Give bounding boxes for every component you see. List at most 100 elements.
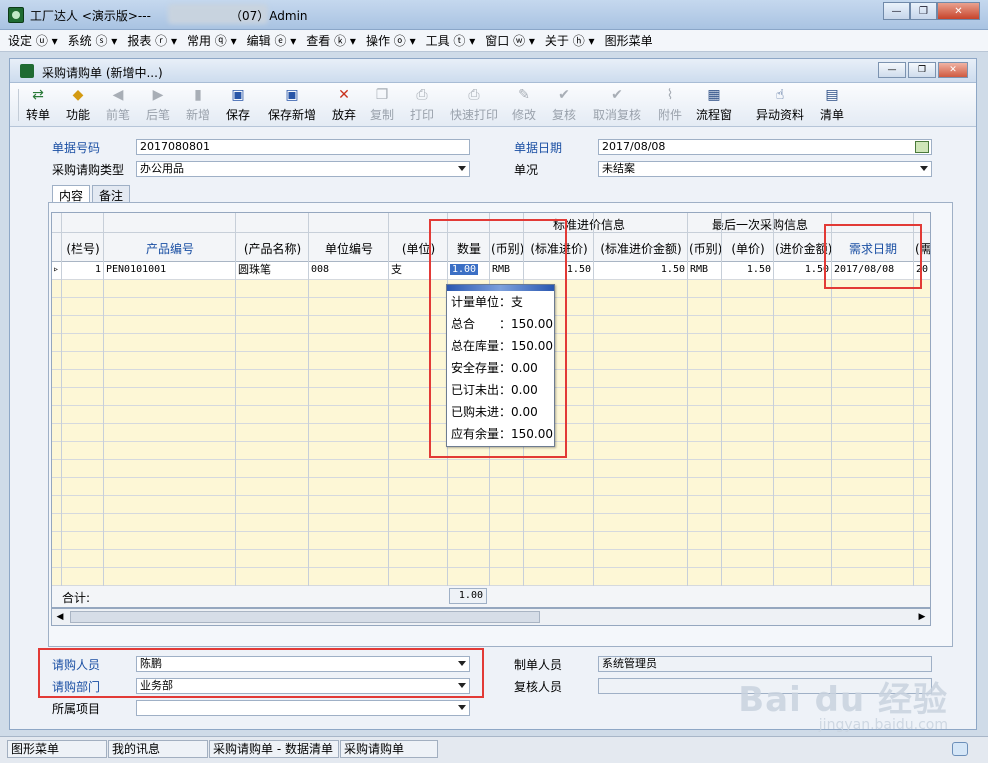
- toolbar-label: 新增: [185, 108, 210, 122]
- toolbar-button-15[interactable]: ▦ 流程窗: [694, 86, 734, 124]
- menu-item-1[interactable]: 系统 ⓢ ▾: [68, 32, 118, 49]
- status-pane-list[interactable]: 采购请购单 - 数据清单: [209, 740, 339, 758]
- menu-item-7[interactable]: 工具 ⓣ ▾: [426, 32, 476, 49]
- toolbar-button-6[interactable]: ▣ 保存新增: [262, 86, 322, 124]
- column-header-unit-price[interactable]: (单价): [723, 240, 773, 257]
- cell-std-price[interactable]: 1.50: [526, 262, 591, 278]
- cell-last-amount[interactable]: 1.50: [776, 262, 829, 278]
- toolbar-button-16[interactable]: ☝ 异动资料: [752, 86, 808, 124]
- menu-item-0[interactable]: 设定 ⓤ ▾: [8, 32, 58, 49]
- toolbar-label: 修改: [511, 108, 536, 122]
- toolbar-button-1[interactable]: ◆ 功能: [62, 86, 94, 124]
- cell-currency1[interactable]: RMB: [492, 262, 521, 278]
- chevron-down-icon: [458, 705, 466, 710]
- toolbar-button-5[interactable]: ▣ 保存: [222, 86, 254, 124]
- menu-item-10[interactable]: 图形菜单: [605, 32, 653, 49]
- cell-extra[interactable]: 20: [916, 262, 929, 278]
- requester-select[interactable]: 陈鹏: [136, 656, 470, 672]
- toolbar-button-12: ✔ 复核: [548, 86, 580, 124]
- toolbar-icon-15-icon: ▦: [707, 87, 721, 103]
- dept-label: 请购部门: [52, 680, 101, 694]
- column-header-unit-code[interactable]: 单位编号: [310, 240, 388, 257]
- child-restore-icon[interactable]: ❐: [908, 62, 936, 78]
- child-close-icon[interactable]: ✕: [938, 62, 968, 78]
- status-select[interactable]: 未结案: [598, 161, 932, 177]
- menu-item-3[interactable]: 常用 ⓠ ▾: [187, 32, 237, 49]
- column-header-currency1[interactable]: (币别): [491, 240, 523, 257]
- cell-std-amount[interactable]: 1.50: [596, 262, 685, 278]
- status-pane-form[interactable]: 采购请购单: [340, 740, 438, 758]
- cell-unit-price[interactable]: 1.50: [724, 262, 771, 278]
- column-header-currency2[interactable]: (币别): [689, 240, 721, 257]
- toolbar-icon-10-icon: ⎙: [468, 87, 480, 103]
- toolbar-label: 后笔: [145, 108, 170, 122]
- dept-select[interactable]: 业务部: [136, 678, 470, 694]
- cell-need-date[interactable]: 2017/08/08: [834, 262, 911, 278]
- menu-item-6[interactable]: 操作 ⓞ ▾: [366, 32, 416, 49]
- doc-no-field[interactable]: 2017080801: [136, 139, 470, 155]
- column-header-std-amount[interactable]: (标准进价金额): [595, 240, 687, 257]
- toolbar-button-13: ✔ 取消复核: [588, 86, 646, 124]
- cell-unit[interactable]: 支: [391, 262, 445, 278]
- column-header-row-no[interactable]: (栏号): [63, 240, 103, 257]
- toolbar-label: 转单: [25, 108, 50, 122]
- scroll-right-icon[interactable]: ▶: [915, 610, 929, 624]
- column-header-unit[interactable]: (单位): [390, 240, 447, 257]
- column-header-qty[interactable]: 数量: [449, 240, 489, 257]
- column-header-extra[interactable]: (需期): [915, 240, 930, 257]
- toolbar-button-4: ▮ 新增: [182, 86, 214, 124]
- maximize-icon[interactable]: ❐: [910, 2, 937, 20]
- menu-item-5[interactable]: 查看 ⓚ ▾: [306, 32, 356, 49]
- minimize-icon[interactable]: —: [883, 2, 910, 20]
- tooltip-line: 总在库量：150.00: [451, 339, 553, 353]
- status-pane-menu[interactable]: 图形菜单: [7, 740, 107, 758]
- cell-product-code[interactable]: PEN0101001: [106, 262, 233, 278]
- menu-item-9[interactable]: 关于 ⓗ ▾: [545, 32, 595, 49]
- cell-row-no[interactable]: 1: [64, 262, 101, 278]
- scroll-left-icon[interactable]: ◀: [53, 610, 67, 624]
- status-pane-messages[interactable]: 我的讯息: [108, 740, 208, 758]
- project-select[interactable]: [136, 700, 470, 716]
- menu-item-4[interactable]: 编辑 ⓔ ▾: [247, 32, 297, 49]
- type-select[interactable]: 办公用品: [136, 161, 470, 177]
- cell-qty[interactable]: 1.00: [450, 262, 487, 278]
- chevron-down-icon: [920, 166, 928, 171]
- toolbar-button-17[interactable]: ▤ 清单: [816, 86, 848, 124]
- menu-item-8[interactable]: 窗口 ⓦ ▾: [485, 32, 535, 49]
- toolbar-button-7[interactable]: ✕ 放弃: [326, 86, 362, 124]
- column-header-last-amount[interactable]: (进价金额): [775, 240, 831, 257]
- toolbar-label: 前笔: [105, 108, 130, 122]
- total-row: 合计: 1.00: [51, 586, 931, 608]
- inventory-tooltip: 计量单位：支 总合 ：150.00 总在库量：150.00 安全存量：0.00 已订未出…: [446, 284, 555, 447]
- requester-value: 陈鹏: [140, 657, 162, 670]
- window-title-suffix: （07）Admin: [230, 9, 308, 23]
- horizontal-scrollbar[interactable]: ◀ ▶: [51, 608, 931, 626]
- qty-edit-selection[interactable]: 1.00: [450, 264, 479, 275]
- type-label: 采购请购类型: [52, 163, 125, 177]
- close-icon[interactable]: ✕: [937, 2, 980, 20]
- chevron-down-icon: [458, 661, 466, 666]
- tab-notes[interactable]: 备注: [92, 185, 131, 203]
- tooltip-line: 已订未出：0.00: [451, 383, 538, 397]
- tab-content[interactable]: 内容: [52, 185, 91, 203]
- child-minimize-icon[interactable]: —: [878, 62, 906, 78]
- tab-strip: 内容 备注: [52, 185, 132, 203]
- date-field[interactable]: 2017/08/08: [598, 139, 932, 155]
- calendar-icon[interactable]: [915, 141, 929, 153]
- column-header-std-price[interactable]: (标准进价): [525, 240, 593, 257]
- toolbar-button-0[interactable]: ⇄ 转单: [22, 86, 54, 124]
- toolbar-label: 功能: [65, 108, 90, 122]
- menu-item-2[interactable]: 报表 ⓡ ▾: [127, 32, 177, 49]
- toolbar-label: 复核: [551, 108, 576, 122]
- tray-icon[interactable]: [952, 742, 968, 756]
- cell-product-name[interactable]: 圆珠笔: [238, 262, 306, 278]
- cell-currency2[interactable]: RMB: [690, 262, 719, 278]
- column-header-need-date[interactable]: 需求日期: [833, 240, 913, 257]
- column-header-product-name[interactable]: (产品名称): [237, 240, 308, 257]
- scroll-thumb[interactable]: [70, 611, 540, 623]
- toolbar-label: 打印: [409, 108, 434, 122]
- chevron-down-icon: [458, 683, 466, 688]
- toolbar-button-8: ❐ 复制: [366, 86, 398, 124]
- cell-unit-code[interactable]: 008: [311, 262, 386, 278]
- column-header-product-code[interactable]: 产品编号: [105, 240, 235, 257]
